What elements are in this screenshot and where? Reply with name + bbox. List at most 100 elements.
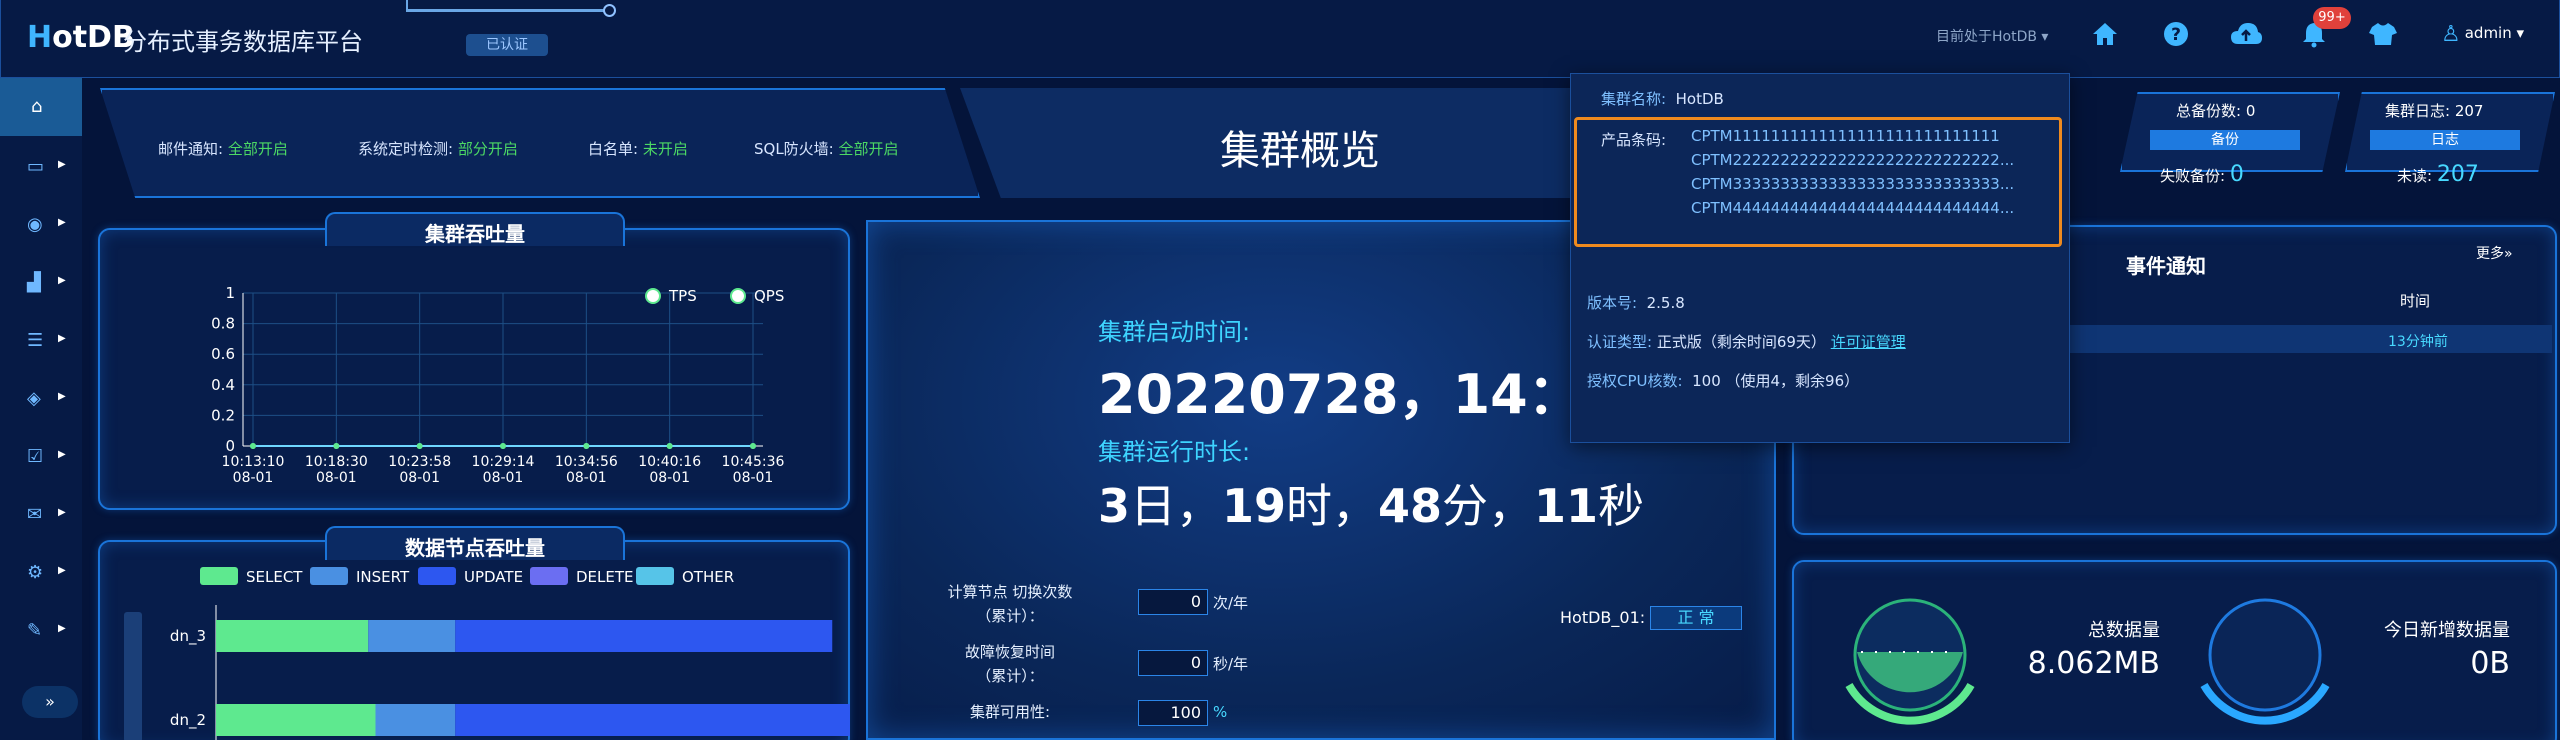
chart-icon: ▟ <box>27 272 41 293</box>
bar-dn_3-insert <box>368 620 456 652</box>
switch-count-value: 0 <box>1138 589 1208 615</box>
legend-marker <box>645 288 661 304</box>
legend-item-other[interactable]: OTHER <box>636 567 734 586</box>
y-tick-label: 0.4 <box>211 376 235 394</box>
data-point-qps <box>333 443 340 449</box>
home-icon[interactable] <box>2088 20 2122 54</box>
logo[interactable]: HotDB <box>27 20 135 55</box>
caret-right-icon: ▶ <box>58 507 66 518</box>
data-point-qps <box>500 443 506 449</box>
notification-count-badge: 99+ <box>2313 7 2351 29</box>
data-point-qps <box>666 443 673 449</box>
sidebar-item-settings[interactable]: ⚙ ▶ <box>0 544 82 602</box>
cluster-name: 集群名称: HotDB <box>1601 90 1724 108</box>
event-time-header: 时间 <box>2400 292 2431 310</box>
eye-icon: ◉ <box>27 214 43 235</box>
sidebar-item-mail[interactable]: ✉ ▶ <box>0 486 82 544</box>
log-tab: 日志 <box>2370 130 2520 150</box>
certified-badge: 已认证 <box>466 34 548 56</box>
alert-settings-strip: 邮件通知: 全部开启 系统定时检测: 部分开启 白名单: 未开启 SQL防火墙:… <box>100 88 980 198</box>
node-throughput-title: 数据节点吞吐量 <box>405 536 545 560</box>
compute-node-status[interactable]: 正 常 <box>1650 606 1742 630</box>
x-tick-label: 10:45:36 08-01 <box>722 454 785 486</box>
cloud-upload-icon[interactable] <box>2229 20 2263 54</box>
legend-item-insert[interactable]: INSERT <box>310 567 409 586</box>
legend-item-delete[interactable]: DELETE <box>530 567 634 586</box>
x-tick-label: 10:40:16 08-01 <box>638 454 701 486</box>
legend-marker <box>730 288 746 304</box>
bar-dn_3-update <box>455 620 833 652</box>
sidebar-item-home[interactable]: ⌂ <box>0 78 82 136</box>
more-events-link[interactable]: 更多» <box>2476 243 2513 263</box>
alert-sql-firewall[interactable]: SQL防火墙: 全部开启 <box>754 138 899 159</box>
legend-item-select[interactable]: SELECT <box>200 567 302 586</box>
alert-system-check[interactable]: 系统定时检测: 部分开启 <box>358 138 518 159</box>
legend-label: UPDATE <box>464 568 524 586</box>
cluster-select[interactable]: 目前处于HotDB ▾ <box>1936 26 2048 46</box>
x-tick-label: 10:29:14 08-01 <box>472 454 535 486</box>
header-decoration-dot <box>603 4 616 17</box>
legend-swatch <box>310 567 348 585</box>
user-menu[interactable]: ♙ admin ▾ <box>2441 22 2524 47</box>
category-label: dn_3 <box>170 627 206 646</box>
total-data-label: 总数据量 <box>2088 620 2160 641</box>
caret-right-icon: ▶ <box>58 217 66 228</box>
legend-item-update[interactable]: UPDATE <box>418 567 523 586</box>
settings-icon: ⚙ <box>27 562 44 583</box>
caret-down-icon: ▾ <box>2516 24 2525 42</box>
sidebar-item-security[interactable]: ◈ ▶ <box>0 370 82 428</box>
caret-right-icon: ▶ <box>58 333 66 344</box>
y-tick-label: 0.8 <box>211 315 235 333</box>
alert-whitelist[interactable]: 白名单: 未开启 <box>588 138 688 159</box>
log-unread: 未读: 207 <box>2397 162 2479 187</box>
sidebar-item-tools[interactable]: ✎ ▶ <box>0 602 82 660</box>
legend-label: QPS <box>754 287 784 305</box>
legend-label: INSERT <box>356 568 410 586</box>
legend-label: SELECT <box>246 568 303 586</box>
x-tick-label: 10:23:58 08-01 <box>388 454 451 486</box>
legend-label: OTHER <box>682 568 735 586</box>
node-throughput-chart: dn_3 dn_2 <box>124 605 850 740</box>
sidebar-collapse-button[interactable]: » <box>22 686 78 718</box>
svg-text:?: ? <box>2171 25 2181 45</box>
wrench-icon: ✎ <box>27 620 43 641</box>
compute-node-label: HotDB_01: <box>1560 608 1646 627</box>
product-code-highlight <box>1574 117 2062 247</box>
user-icon: ♙ <box>2441 22 2461 47</box>
help-icon[interactable]: ? <box>2159 20 2193 54</box>
bar-dn_3-select <box>216 620 369 652</box>
legend-swatch <box>418 567 456 585</box>
legend-label: TPS <box>668 287 697 305</box>
sidebar-item-monitor[interactable]: ▭ ▶ <box>0 138 82 196</box>
data-point-qps <box>250 443 256 449</box>
cluster-throughput-chart: 0 0.2 0.4 0.6 0.8 1 10:13:10 08-01 10:18:30 08-01… <box>211 284 785 486</box>
bar-dn_2-update <box>455 704 850 736</box>
caret-right-icon: ▶ <box>58 275 66 286</box>
switch-count-label: 计算节点 切换次数 （累计）： <box>947 583 1073 625</box>
category-label: dn_2 <box>170 711 206 730</box>
backup-failed: 失败备份: 0 <box>2160 162 2244 187</box>
sidebar-item-database[interactable]: ☰ ▶ <box>0 312 82 370</box>
switch-count-unit: 次/年 <box>1213 594 1249 612</box>
data-point-qps <box>583 443 590 449</box>
alert-mail[interactable]: 邮件通知: 全部开启 <box>158 138 288 159</box>
license-management-link[interactable]: 许可证管理 <box>1831 333 1906 351</box>
sidebar-item-audit[interactable]: ☑ ▶ <box>0 428 82 486</box>
event-time: 13分钟前 <box>2388 334 2448 350</box>
sidebar-item-charts[interactable]: ▟ ▶ <box>0 254 82 312</box>
x-tick-label: 10:13:10 08-01 <box>222 454 285 486</box>
y-tick-label: 1 <box>225 284 235 302</box>
home-icon: ⌂ <box>31 96 43 117</box>
log-total: 集群日志: 207 <box>2385 102 2484 120</box>
legend-swatch <box>200 567 238 585</box>
sidebar: ⌂ ▭ ▶ ◉ ▶ ▟ ▶ ☰ ▶ ◈ ▶ ☑ ▶ ✉ ▶ ⚙ ▶ ✎ ▶ » <box>0 78 82 740</box>
caret-right-icon: ▶ <box>58 159 66 170</box>
monitor-icon: ▭ <box>27 156 45 177</box>
y-tick-label: 0.2 <box>211 406 235 424</box>
header-decoration-line <box>406 9 611 12</box>
shirt-icon[interactable] <box>2366 20 2400 54</box>
sidebar-item-view[interactable]: ◉ ▶ <box>0 196 82 254</box>
today-data-value: 0B <box>2470 646 2510 681</box>
today-data-label: 今日新增数据量 <box>2384 620 2510 641</box>
version: 版本号: 2.5.8 <box>1587 294 1685 312</box>
